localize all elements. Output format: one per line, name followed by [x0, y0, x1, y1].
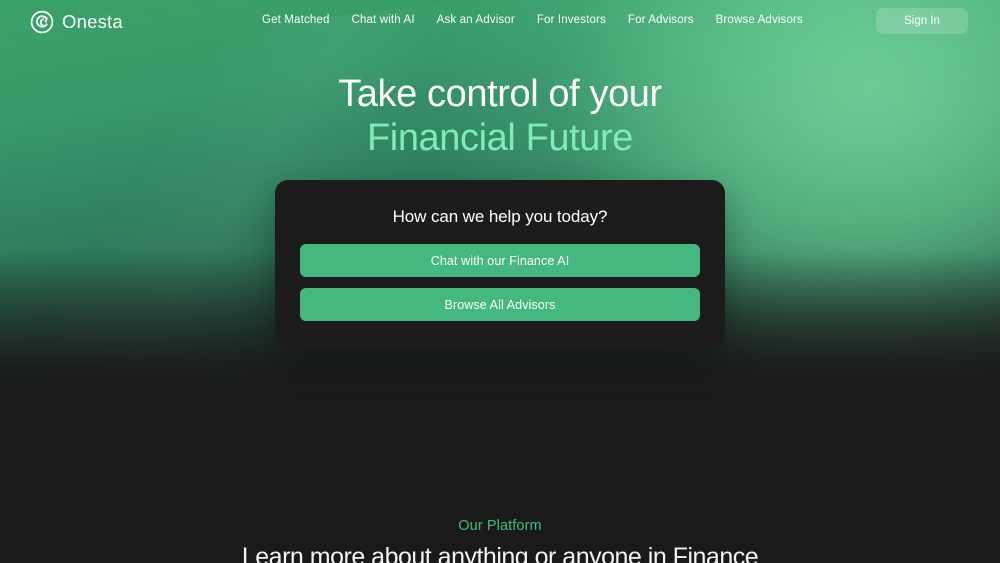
- hero-headline-line-2: Financial Future: [366, 117, 634, 159]
- nav-links: Get Matched Chat with AI Ask an Advisor …: [262, 14, 803, 26]
- nav-link-ask-an-advisor[interactable]: Ask an Advisor: [437, 14, 515, 26]
- help-card-actions: Chat with our Finance AI Browse All Advi…: [275, 244, 725, 321]
- brand-logo[interactable]: Onesta: [30, 10, 123, 34]
- platform-eyebrow-label: Our Platform: [458, 518, 542, 534]
- platform-section: Our Platform Learn more about anything o…: [0, 400, 1000, 563]
- chat-with-finance-ai-button[interactable]: Chat with our Finance AI: [300, 244, 700, 277]
- help-card-title: How can we help you today?: [392, 207, 608, 226]
- nav-link-for-investors[interactable]: For Investors: [537, 14, 606, 26]
- nav-link-browse-advisors[interactable]: Browse Advisors: [716, 14, 803, 26]
- hero-headline: Take control of your Financial Future: [0, 72, 1000, 160]
- nav-link-get-matched[interactable]: Get Matched: [262, 14, 330, 26]
- nav-link-for-advisors[interactable]: For Advisors: [628, 14, 694, 26]
- help-card: How can we help you today? Chat with our…: [275, 180, 725, 348]
- platform-section-heading: Learn more about anything or anyone in F…: [241, 543, 759, 563]
- sign-in-button[interactable]: Sign In: [876, 8, 968, 34]
- browse-all-advisors-button[interactable]: Browse All Advisors: [300, 288, 700, 321]
- top-navigation-bar: Onesta Get Matched Chat with AI Ask an A…: [0, 0, 1000, 44]
- hero-headline-line-1: Take control of your: [338, 73, 662, 115]
- onesta-spiral-logo-icon: [30, 10, 54, 34]
- landing-page: Onesta Get Matched Chat with AI Ask an A…: [0, 0, 1000, 563]
- nav-link-chat-with-ai[interactable]: Chat with AI: [352, 14, 415, 26]
- brand-name: Onesta: [62, 11, 123, 32]
